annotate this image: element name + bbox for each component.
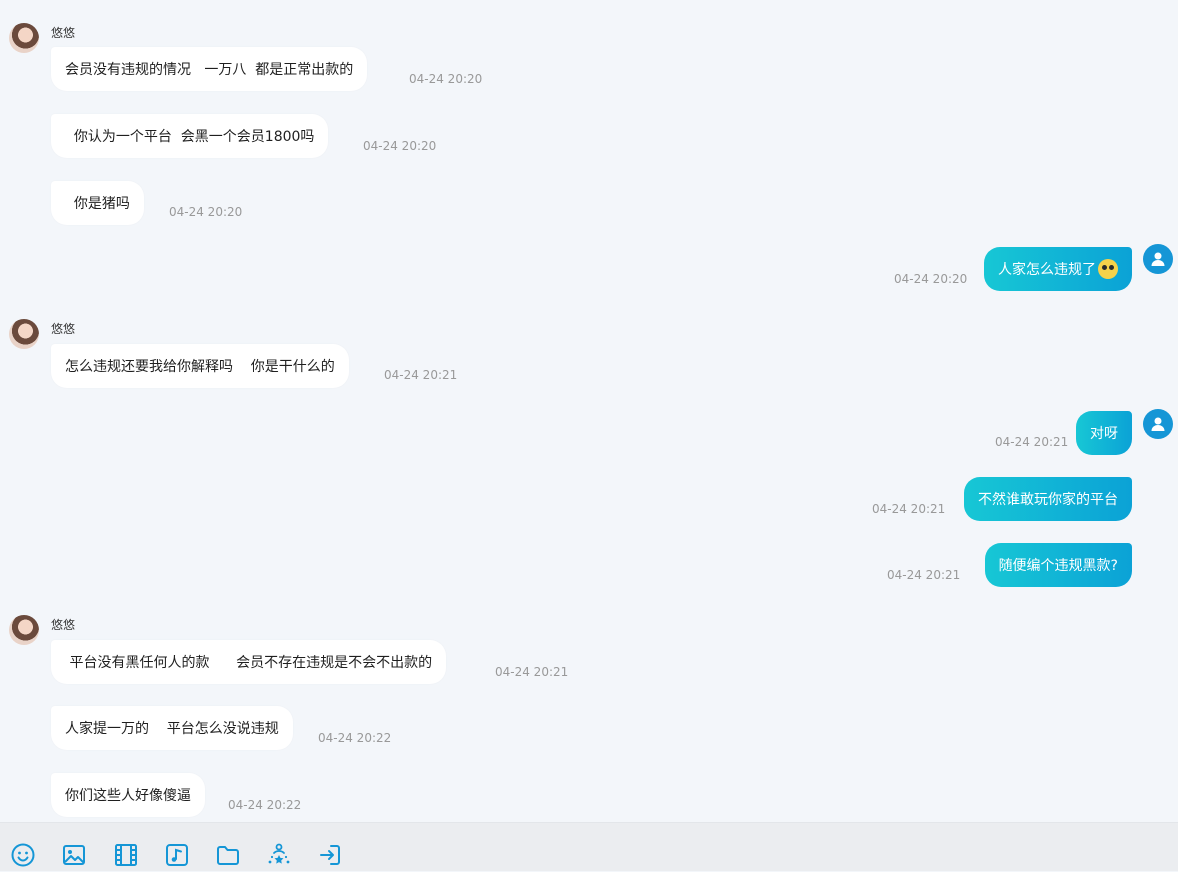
message-time: 04-24 20:22 xyxy=(228,798,302,812)
message-time: 04-24 20:21 xyxy=(887,568,961,582)
rating-button[interactable] xyxy=(266,842,292,868)
contact-avatar[interactable] xyxy=(9,615,39,645)
message-bubble-outgoing[interactable]: 对呀 xyxy=(1076,411,1132,455)
exit-button[interactable] xyxy=(317,842,343,868)
sender-name: 悠悠 xyxy=(51,26,76,40)
message-bubble-outgoing[interactable]: 不然谁敢玩你家的平台 xyxy=(964,477,1132,521)
music-button[interactable] xyxy=(164,842,190,868)
chat-toolbar xyxy=(0,822,1178,871)
music-icon xyxy=(166,844,188,866)
user-icon xyxy=(1151,252,1165,266)
sender-name: 悠悠 xyxy=(51,618,76,632)
emoji-icon xyxy=(11,843,35,867)
user-icon xyxy=(1151,417,1165,431)
video-button[interactable] xyxy=(113,842,139,868)
flushed-face-icon xyxy=(1098,259,1118,279)
message-time: 04-24 20:21 xyxy=(995,435,1069,449)
message-time: 04-24 20:22 xyxy=(318,731,392,745)
exit-icon xyxy=(320,845,340,865)
contact-avatar[interactable] xyxy=(9,319,39,349)
message-time: 04-24 20:20 xyxy=(894,272,968,286)
message-bubble-incoming[interactable]: 你是猪吗 xyxy=(51,181,144,225)
message-bubble-incoming[interactable]: 你们这些人好像傻逼 xyxy=(51,773,205,817)
message-time: 04-24 20:21 xyxy=(872,502,946,516)
image-button[interactable] xyxy=(61,842,87,868)
message-time: 04-24 20:20 xyxy=(363,139,437,153)
message-bubble-outgoing[interactable]: 人家怎么违规了 xyxy=(984,247,1132,291)
rating-icon xyxy=(268,843,290,864)
folder-button[interactable] xyxy=(215,842,241,868)
video-icon xyxy=(115,844,137,866)
message-bubble-incoming[interactable]: 怎么违规还要我给你解释吗 你是干什么的 xyxy=(51,344,349,388)
message-time: 04-24 20:21 xyxy=(384,368,458,382)
message-time: 04-24 20:20 xyxy=(409,72,483,86)
message-bubble-incoming[interactable]: 人家提一万的 平台怎么没说违规 xyxy=(51,706,293,750)
message-bubble-incoming[interactable]: 平台没有黑任何人的款 会员不存在违规是不会不出款的 xyxy=(51,640,447,684)
user-avatar[interactable] xyxy=(1143,244,1173,274)
message-text: 人家怎么违规了 xyxy=(998,262,1096,278)
message-time: 04-24 20:20 xyxy=(169,205,243,219)
folder-icon xyxy=(217,846,239,865)
image-icon xyxy=(63,845,85,865)
message-bubble-incoming[interactable]: 会员没有违规的情况 一万八 都是正常出款的 xyxy=(51,47,368,91)
sender-name: 悠悠 xyxy=(51,322,76,336)
user-avatar[interactable] xyxy=(1143,409,1173,439)
contact-avatar[interactable] xyxy=(9,23,39,53)
message-time: 04-24 20:21 xyxy=(495,665,569,679)
message-bubble-outgoing[interactable]: 随便编个违规黑款? xyxy=(984,543,1132,587)
emoji-button[interactable] xyxy=(10,842,36,868)
message-bubble-incoming[interactable]: 你认为一个平台 会黑一个会员1800吗 xyxy=(51,114,329,158)
chat-history: 悠悠 会员没有违规的情况 一万八 都是正常出款的 04-24 20:20 你认为… xyxy=(0,0,1178,822)
